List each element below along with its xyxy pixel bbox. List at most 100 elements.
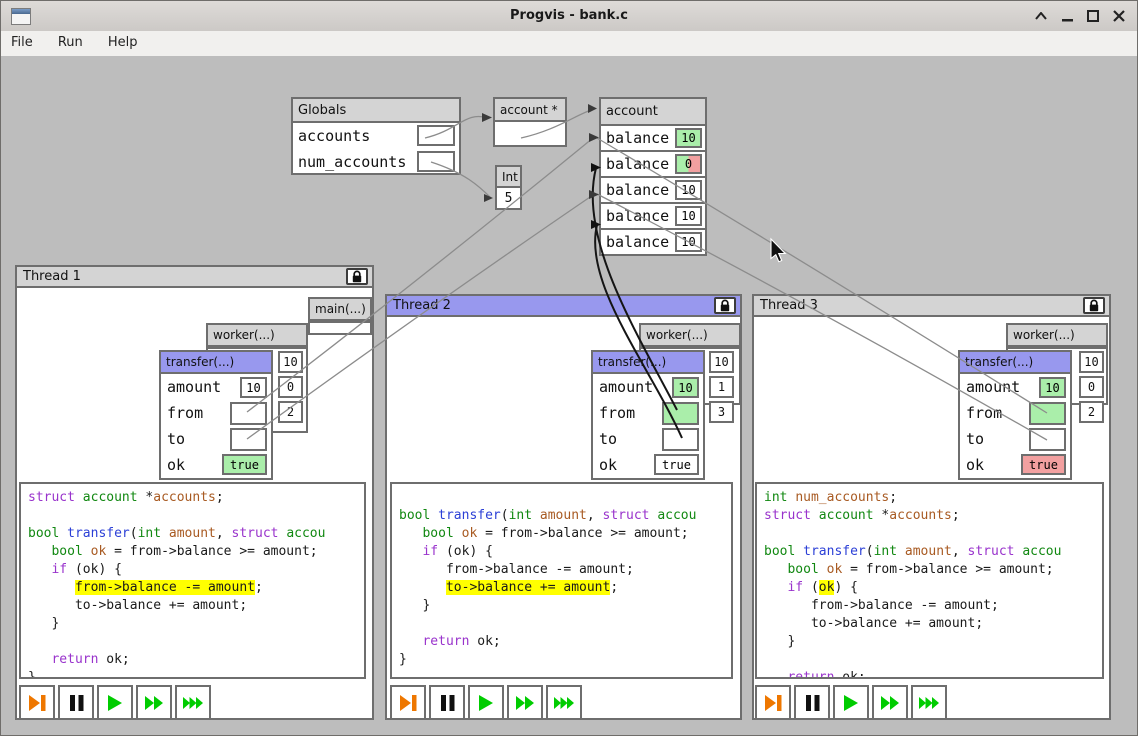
code-token: accou	[657, 508, 696, 523]
close-icon	[1113, 10, 1125, 22]
fast-forward-more-icon	[183, 693, 204, 713]
code-token: ok;	[469, 634, 500, 649]
account-ptr-box-header[interactable]: account *	[493, 97, 567, 122]
balance-value-box[interactable]: 10	[675, 232, 702, 252]
account-balance-row[interactable]: balance10	[599, 202, 707, 230]
fast-forward-button[interactable]	[507, 685, 543, 720]
frame-main-header[interactable]: main(...)	[308, 297, 372, 321]
var-value-from[interactable]	[230, 402, 267, 425]
minimize-button[interactable]	[1055, 1, 1079, 31]
window-titlebar[interactable]: Progvis - bank.c	[1, 1, 1137, 32]
run-to-end-button[interactable]	[755, 685, 791, 720]
frame-transfer-header[interactable]: transfer(...)	[159, 350, 273, 374]
var-value-to[interactable]	[1029, 428, 1066, 451]
pause-button[interactable]	[429, 685, 465, 720]
code-token: from->balance -= amount;	[764, 598, 999, 613]
menu-file[interactable]: File	[1, 31, 43, 50]
code-line: return ok;	[28, 651, 364, 669]
code-token: ,	[216, 526, 232, 541]
code-token: ok	[827, 562, 843, 577]
var-value-from[interactable]	[662, 402, 699, 425]
fast-forward-more-button[interactable]	[546, 685, 582, 720]
thread-3-titlebar[interactable]: Thread 3	[752, 294, 1111, 317]
fast-forward-more-button[interactable]	[911, 685, 947, 720]
account-balance-row[interactable]: balance10	[599, 176, 707, 204]
account-balance-row[interactable]: balance10	[599, 124, 707, 152]
pause-icon	[437, 693, 458, 713]
close-button[interactable]	[1107, 1, 1131, 31]
frame-worker-header[interactable]: worker(...)	[206, 323, 308, 347]
var-value-to[interactable]	[662, 428, 699, 451]
var-value-amount[interactable]: 10	[1039, 377, 1066, 398]
code-line: return ok;	[399, 633, 731, 651]
worker-value-box[interactable]: 2	[278, 401, 303, 423]
shade-button[interactable]	[1029, 1, 1053, 31]
pointer-value-box[interactable]	[417, 125, 455, 146]
balance-value-box[interactable]: 10	[675, 180, 702, 200]
code-line: bool ok = from->balance >= amount;	[399, 525, 731, 543]
frame-worker-header[interactable]: worker(...)	[1006, 323, 1108, 347]
thread-2-titlebar[interactable]: Thread 2	[385, 294, 742, 317]
worker-value-box[interactable]: 10	[709, 351, 734, 373]
thread-1-titlebar[interactable]: Thread 1	[15, 265, 374, 288]
var-name-ok: ok	[966, 456, 984, 474]
code-line	[28, 633, 364, 651]
code-token: int	[764, 490, 795, 505]
play-button[interactable]	[833, 685, 869, 720]
pointer-value-box[interactable]	[417, 151, 455, 172]
thread-3-lock-button[interactable]	[1083, 297, 1105, 314]
pause-button[interactable]	[58, 685, 94, 720]
code-token	[764, 670, 787, 679]
play-button[interactable]	[468, 685, 504, 720]
fast-forward-button[interactable]	[872, 685, 908, 720]
run-to-end-button[interactable]	[19, 685, 55, 720]
worker-value-box[interactable]: 2	[1079, 401, 1104, 423]
balance-value-box[interactable]: 10	[675, 128, 702, 148]
worker-value-box[interactable]: 0	[1079, 376, 1104, 398]
int-box-header[interactable]: Int	[495, 165, 522, 188]
code-token	[399, 526, 422, 541]
worker-value-box[interactable]: 10	[1079, 351, 1104, 373]
frame-transfer-header[interactable]: transfer(...)	[958, 350, 1072, 374]
code-token: ok	[462, 526, 478, 541]
fast-forward-more-icon	[554, 693, 575, 713]
menu-run[interactable]: Run	[48, 31, 93, 50]
worker-value-box[interactable]: 10	[278, 351, 303, 373]
worker-value-box[interactable]: 1	[709, 376, 734, 398]
fast-forward-more-button[interactable]	[175, 685, 211, 720]
thread-2-lock-button[interactable]	[714, 297, 736, 314]
account-box-header[interactable]: account	[599, 97, 707, 126]
run-to-end-icon	[398, 693, 419, 713]
var-value-to[interactable]	[230, 428, 267, 451]
pause-button[interactable]	[794, 685, 830, 720]
int-box-value[interactable]: 5	[495, 186, 522, 210]
worker-value-box[interactable]: 0	[278, 376, 303, 398]
frame-worker-header[interactable]: worker(...)	[639, 323, 741, 347]
account-ptr-box-value[interactable]	[493, 120, 567, 147]
balance-value-box[interactable]: 10	[675, 206, 702, 226]
code-token: (ok) {	[67, 562, 122, 577]
thread-1-lock-button[interactable]	[346, 268, 368, 285]
fast-forward-button[interactable]	[136, 685, 172, 720]
frame-transfer-header[interactable]: transfer(...)	[591, 350, 705, 374]
code-token: to->balance += amount;	[28, 598, 247, 613]
var-value-from[interactable]	[1029, 402, 1066, 425]
run-to-end-icon	[27, 693, 48, 713]
code-line: if (ok) {	[764, 579, 1102, 597]
code-line: }	[399, 651, 731, 669]
worker-value-box[interactable]: 3	[709, 401, 734, 423]
globals-box-header[interactable]: Globals	[291, 97, 461, 123]
var-value-amount[interactable]: 10	[240, 377, 267, 398]
var-value-ok[interactable]: true	[1021, 454, 1066, 475]
var-value-ok[interactable]: true	[654, 454, 699, 475]
balance-value-box[interactable]: 0	[675, 154, 702, 174]
menu-help[interactable]: Help	[98, 31, 148, 50]
maximize-button[interactable]	[1081, 1, 1105, 31]
var-value-ok[interactable]: true	[222, 454, 267, 475]
play-button[interactable]	[97, 685, 133, 720]
account-balance-row[interactable]: balance0	[599, 150, 707, 178]
run-to-end-button[interactable]	[390, 685, 426, 720]
var-value-amount[interactable]: 10	[672, 377, 699, 398]
code-highlight: ok	[819, 580, 835, 595]
account-balance-row[interactable]: balance10	[599, 228, 707, 256]
